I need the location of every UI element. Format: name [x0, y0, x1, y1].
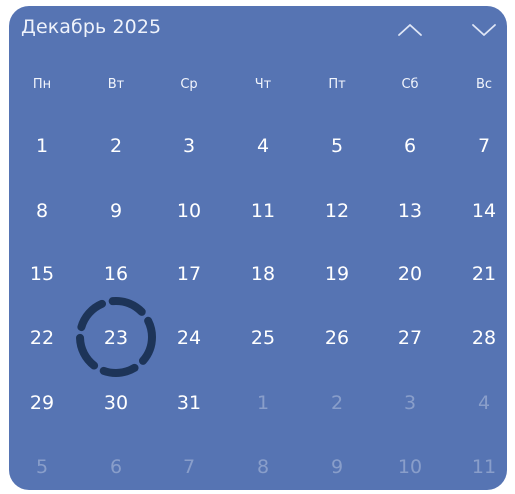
- day-cell[interactable]: 3: [166, 126, 212, 166]
- day-cell[interactable]: 24: [166, 318, 212, 358]
- day-cell[interactable]: 1: [19, 126, 65, 166]
- day-cell[interactable]: 8: [19, 191, 65, 231]
- day-cell[interactable]: 12: [314, 191, 360, 231]
- day-cell-next-month[interactable]: 7: [166, 447, 212, 487]
- day-cell-next-month[interactable]: 5: [19, 447, 65, 487]
- day-cell-next-month[interactable]: 11: [461, 447, 507, 487]
- day-cell[interactable]: 4: [240, 126, 286, 166]
- day-cell[interactable]: 21: [461, 254, 507, 294]
- day-cell[interactable]: 20: [387, 254, 433, 294]
- day-cell[interactable]: 14: [461, 191, 507, 231]
- day-cell[interactable]: 27: [387, 318, 433, 358]
- day-cell-next-month[interactable]: 10: [387, 447, 433, 487]
- day-cell-next-month[interactable]: 6: [93, 447, 139, 487]
- day-cell[interactable]: 7: [461, 126, 507, 166]
- day-cell[interactable]: 31: [166, 383, 212, 423]
- day-cell-today[interactable]: 23: [93, 318, 139, 358]
- day-cell[interactable]: 15: [19, 254, 65, 294]
- day-cell[interactable]: 26: [314, 318, 360, 358]
- day-cell[interactable]: 13: [387, 191, 433, 231]
- day-cell[interactable]: 11: [240, 191, 286, 231]
- day-cell-next-month[interactable]: 8: [240, 447, 286, 487]
- day-cell[interactable]: 16: [93, 254, 139, 294]
- day-cell[interactable]: 30: [93, 383, 139, 423]
- day-cell[interactable]: 18: [240, 254, 286, 294]
- day-grid: 1 2 3 4 5 6 7 8 9 10 11 12 13 14 15 16 1…: [9, 6, 507, 490]
- day-cell[interactable]: 2: [93, 126, 139, 166]
- day-cell[interactable]: 10: [166, 191, 212, 231]
- day-cell[interactable]: 9: [93, 191, 139, 231]
- day-cell[interactable]: 25: [240, 318, 286, 358]
- day-cell[interactable]: 6: [387, 126, 433, 166]
- calendar-flyout: Декабрь 2025 Пн Вт Ср Чт Пт Сб Вс 1 2 3 …: [9, 6, 507, 490]
- day-cell[interactable]: 5: [314, 126, 360, 166]
- day-cell-next-month[interactable]: 9: [314, 447, 360, 487]
- day-cell-next-month[interactable]: 2: [314, 383, 360, 423]
- day-cell-next-month[interactable]: 3: [387, 383, 433, 423]
- day-cell[interactable]: 28: [461, 318, 507, 358]
- day-cell[interactable]: 17: [166, 254, 212, 294]
- day-cell-next-month[interactable]: 1: [240, 383, 286, 423]
- day-cell[interactable]: 19: [314, 254, 360, 294]
- day-cell[interactable]: 29: [19, 383, 65, 423]
- day-cell-next-month[interactable]: 4: [461, 383, 507, 423]
- day-cell[interactable]: 22: [19, 318, 65, 358]
